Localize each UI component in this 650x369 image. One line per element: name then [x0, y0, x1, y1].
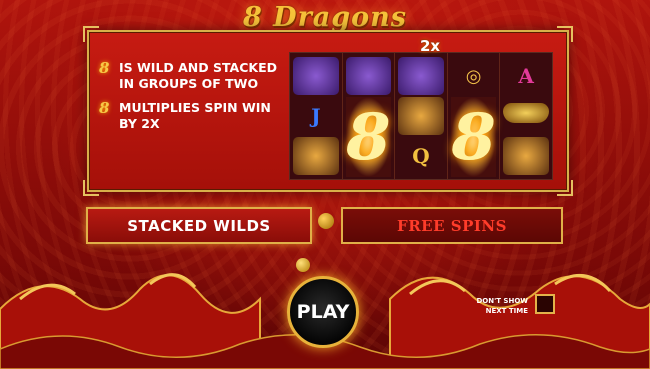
letter-j-symbol: J [311, 104, 321, 128]
wild-8-symbol: 8 [345, 97, 392, 177]
reel: ◎ 8 [448, 53, 501, 179]
tiger-symbol [503, 137, 549, 175]
multiplier-rule: 8 MULTIPLIES SPIN WIN BY 2X [99, 100, 289, 132]
multiplier-rule-text: MULTIPLIES SPIN WIN BY 2X [119, 100, 271, 131]
wild-symbol-icon: 8 [99, 59, 110, 77]
tab-stacked-wilds[interactable]: STACKED WILDS [86, 207, 312, 244]
letter-q-symbol: Q [412, 144, 430, 168]
panel-corner [557, 180, 573, 196]
reel: J [290, 53, 343, 179]
panel-corner [83, 180, 99, 196]
play-ornament-icon [296, 258, 310, 272]
panel-corner [557, 26, 573, 42]
coins-symbol-icon: ◎ [465, 65, 482, 87]
wild-rule: 8 IS WILD AND STACKED IN GROUPS OF TWO [99, 60, 289, 92]
play-button[interactable]: PLAY [287, 276, 359, 348]
reel: Q [395, 53, 448, 179]
multiplier-label: 2x [420, 37, 441, 55]
page-indicator-icon [318, 213, 334, 229]
wild-8-symbol: 8 [450, 97, 497, 177]
feature-description: 8 IS WILD AND STACKED IN GROUPS OF TWO 8… [99, 60, 289, 140]
dont-show-label: DON'T SHOW NEXT TIME [476, 297, 528, 315]
purple-dragon-symbol [293, 57, 339, 95]
letter-a-symbol: A [518, 64, 534, 88]
reel: 8 [343, 53, 396, 179]
purple-dragon-symbol [398, 57, 444, 95]
feature-panel: 8 IS WILD AND STACKED IN GROUPS OF TWO 8… [83, 26, 573, 196]
wild-rule-text: IS WILD AND STACKED IN GROUPS OF TWO [119, 60, 278, 91]
tiger-symbol [398, 97, 444, 135]
reel: A [500, 53, 552, 179]
tiger-symbol [293, 137, 339, 175]
dont-show-checkbox[interactable] [535, 294, 555, 314]
panel-corner [83, 26, 99, 42]
reel-preview: J 8 Q ◎ 8 A [289, 52, 553, 180]
purple-dragon-symbol [345, 57, 392, 95]
gold-ingot-symbol [503, 103, 549, 123]
tab-free-spins[interactable]: FREE SPINS [341, 207, 563, 244]
wild-symbol-icon: 8 [99, 99, 110, 117]
